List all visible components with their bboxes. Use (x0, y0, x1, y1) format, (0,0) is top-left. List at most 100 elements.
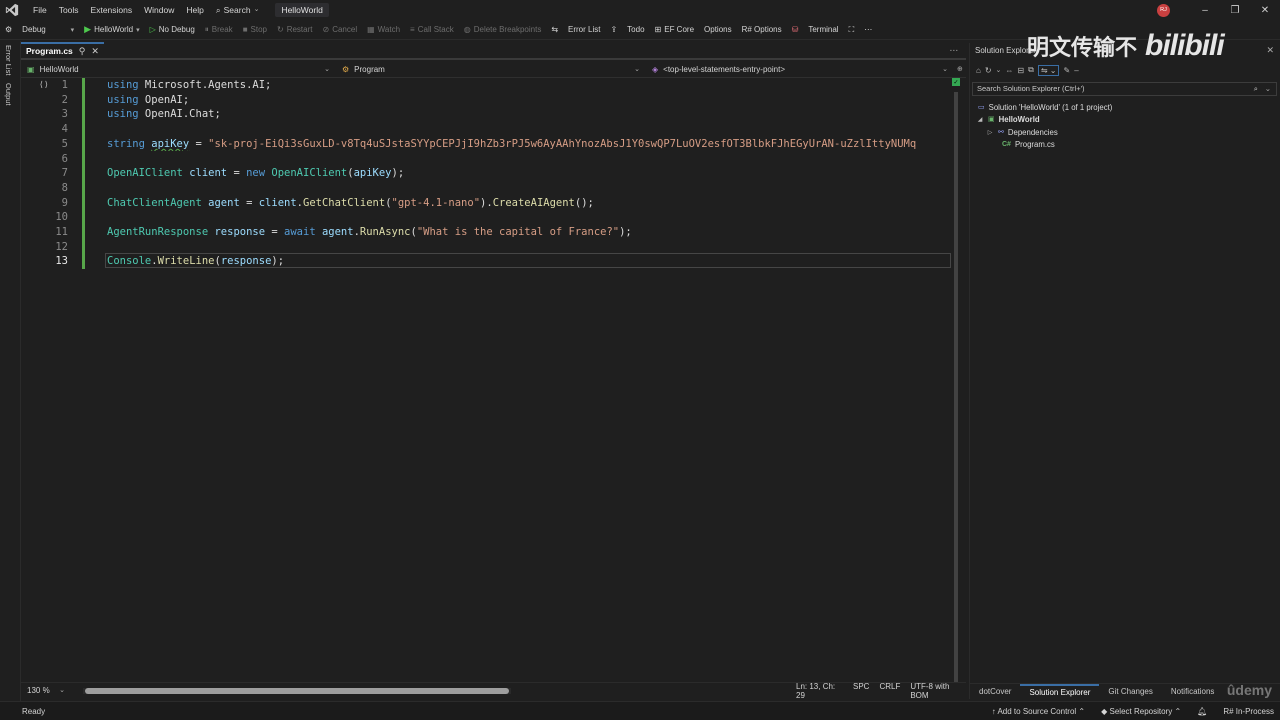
tab-solution-explorer[interactable]: Solution Explorer (1020, 683, 1100, 700)
code-line: 11 AgentRunResponse response = await age… (21, 225, 951, 240)
tree-item-dependencies[interactable]: ▷ ⚯ Dependencies (986, 126, 1058, 138)
member-dropdown[interactable]: ◈ <top-level-statements-entry-point> ⌄ (646, 62, 954, 77)
panel-close-icon[interactable]: ✕ (1266, 45, 1274, 56)
member-dropdown-label: <top-level-statements-entry-point> (663, 64, 785, 74)
error-list-button[interactable]: Error List (563, 21, 605, 39)
delete-breakpoints-button[interactable]: ◍ Delete Breakpoints (459, 21, 547, 39)
output-side-tab[interactable]: Output (4, 83, 13, 106)
solution-name-badge[interactable]: HelloWorld (275, 3, 329, 17)
publish-icon[interactable]: ⇪ (605, 21, 622, 39)
tab-program-cs[interactable]: Program.cs ⚲ ✕ (21, 42, 104, 58)
code-line: 13 Console.WriteLine(response); (21, 254, 951, 269)
scrollbar-thumb[interactable] (954, 92, 958, 682)
more-tools-icon[interactable]: ⋯ (859, 21, 877, 39)
line-number-active: 13 (55, 255, 68, 268)
chevron-down-icon[interactable]: ⌄ (1265, 83, 1271, 95)
visual-studio-logo-icon[interactable] (5, 3, 19, 17)
expanded-triangle-icon[interactable]: ◢ (976, 116, 984, 123)
navigation-bar: ▣ HelloWorld ⌄ ⚙ Program ⌄ ◈ <top-level-sta… (21, 61, 966, 78)
start-without-debug-button[interactable]: ▷ No Debug (145, 21, 200, 39)
line-endings[interactable]: CRLF (879, 682, 900, 700)
add-to-source-control[interactable]: ↑ Add to Source Control ⌃ (992, 707, 1085, 716)
pause-icon: ⏸ (204, 24, 209, 34)
line-number: 3 (61, 108, 68, 121)
document-tab-bar: Program.cs ⚲ ✕ ⋯ (21, 42, 966, 60)
code-line: 4 (21, 122, 951, 137)
tab-notifications[interactable]: Notifications (1162, 684, 1224, 700)
menu-bar: File Tools Extensions Window Help ⌕ Sear… (0, 0, 1280, 20)
solution-explorer-search[interactable]: Search Solution Explorer (Ctrl+') ⌕ ⌄ (972, 82, 1277, 96)
tab-dotcover[interactable]: dotCover (970, 684, 1020, 700)
resharper-options-button[interactable]: R# Options (737, 21, 787, 39)
chevron-down-icon: ⌄ (324, 66, 330, 73)
ef-core-button[interactable]: ⊞ EF Core (650, 21, 700, 39)
tree-item-project[interactable]: ◢ ▣ HelloWorld (976, 113, 1040, 125)
error-list-side-tab[interactable]: Error List (4, 45, 13, 75)
type-dropdown[interactable]: ⚙ Program ⌄ (336, 62, 646, 77)
menu-extensions[interactable]: Extensions (85, 0, 139, 20)
cancel-button[interactable]: ⊘ Cancel (318, 21, 363, 39)
switch-views-icon[interactable]: ⇔ (1005, 66, 1013, 75)
stop-button[interactable]: ■ Stop (238, 21, 272, 39)
code-line: 10 (21, 210, 951, 225)
scrollbar-thumb[interactable] (85, 688, 509, 694)
call-stack-label: Call Stack (417, 25, 454, 34)
preview-icon[interactable]: – (1074, 66, 1078, 75)
menu-window[interactable]: Window (138, 0, 180, 20)
project-dropdown[interactable]: ▣ HelloWorld ⌄ (21, 62, 336, 77)
fullscreen-icon[interactable]: ⛶ (844, 21, 860, 39)
zoom-level: 130 % (27, 686, 50, 695)
menu-file[interactable]: File (27, 0, 53, 20)
watch-button[interactable]: ▦ Watch (362, 21, 405, 39)
tab-git-changes[interactable]: Git Changes (1099, 684, 1161, 700)
avatar[interactable]: RJ (1157, 3, 1170, 17)
collapse-all-icon[interactable]: ⊟ (1017, 66, 1024, 75)
pin-icon[interactable]: ⚲ (79, 46, 86, 57)
start-debug-button[interactable]: ▶ HelloWorld ▾ (79, 21, 144, 39)
resharper-status[interactable]: R# In-Process (1223, 707, 1274, 716)
vertical-scrollbar[interactable]: ✓ (952, 78, 960, 682)
terminal-button[interactable]: Terminal (803, 21, 843, 39)
zoom-dropdown[interactable]: 130 % ⌄ (21, 686, 71, 695)
code-text: using Microsoft.Agents.AI; (107, 79, 272, 91)
config-dropdown[interactable]: Debug ▾ (17, 21, 79, 39)
notification-bell-icon[interactable]: 🔔︎ (1197, 707, 1207, 716)
todo-button[interactable]: Todo (622, 21, 649, 39)
options-button[interactable]: Options (699, 21, 737, 39)
resharper-options-label: R# Options (741, 25, 782, 34)
menu-tools[interactable]: Tools (53, 0, 85, 20)
call-stack-button[interactable]: ≡ Call Stack (405, 21, 459, 39)
tree-item-file[interactable]: C# Program.cs (1002, 138, 1055, 150)
close-window-icon[interactable]: ✕ (1250, 5, 1280, 16)
extension-icon[interactable]: ⛁ (787, 21, 804, 39)
code-editor[interactable]: ⟨⟩ 1 using Microsoft.Agents.AI; 2 using … (21, 78, 966, 682)
whitespace-mode[interactable]: SPC (853, 682, 869, 700)
toolbar-options-icon[interactable]: ⚙ (0, 21, 17, 39)
collapsed-triangle-icon[interactable]: ▷ (986, 129, 994, 136)
sync-icon[interactable]: ↻ (985, 66, 992, 75)
filter-icon[interactable]: ⇋ ⌄ (1037, 64, 1060, 76)
properties-icon[interactable]: ✎ (1063, 66, 1070, 75)
tabs-overflow-icon[interactable]: ⋯ (950, 45, 959, 56)
home-icon[interactable]: ⌂ (976, 66, 981, 75)
show-all-files-icon[interactable]: ⧉ (1028, 65, 1034, 75)
horizontal-scrollbar[interactable] (83, 688, 511, 694)
menu-help[interactable]: Help (180, 0, 209, 20)
toolbar-layout-icon[interactable]: ⇆ (546, 21, 563, 39)
restart-button[interactable]: ↻ Restart (272, 21, 318, 39)
minimize-icon[interactable]: – (1190, 5, 1220, 16)
select-repository[interactable]: ◆ Select Repository ⌃ (1101, 707, 1181, 716)
break-button[interactable]: ⏸ Break (200, 21, 238, 39)
type-dropdown-label: Program (354, 64, 385, 74)
split-editor-icon[interactable]: ⊕ (954, 65, 966, 73)
file-encoding[interactable]: UTF-8 with BOM (910, 682, 966, 700)
config-label: Debug (22, 25, 46, 34)
code-line: 2 using OpenAI; (21, 93, 951, 108)
line-number: 5 (61, 137, 68, 150)
search-menu[interactable]: ⌕ Search ⌄ (210, 0, 266, 20)
chevron-down-icon[interactable]: ⌄ (996, 66, 1002, 74)
restore-icon[interactable]: ❐ (1220, 5, 1250, 16)
caret-position[interactable]: Ln: 13, Ch: 29 (796, 682, 843, 700)
close-icon[interactable]: ✕ (91, 46, 99, 57)
tree-item-solution[interactable]: ▭ Solution 'HelloWorld' (1 of 1 project) (978, 101, 1112, 113)
